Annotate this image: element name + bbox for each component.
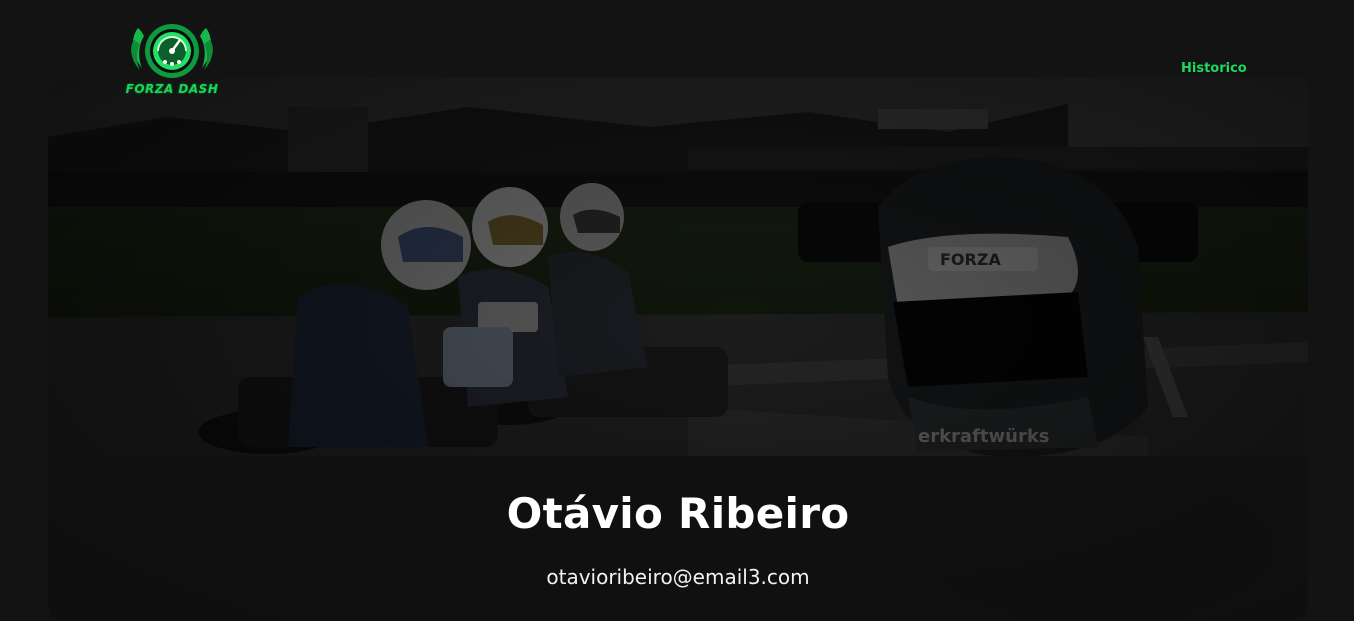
profile-info-panel [48,456,1308,620]
nav-historico-link[interactable]: Historico [1181,61,1247,76]
user-email: otavioribeiro@email3.com [546,565,810,589]
profile-page: FORZA DASH Historico Otávio Ribeiro otav… [0,0,1354,621]
profile-card: FORZA erkraftwürks Otávio Ribeiro otavio… [48,77,1308,620]
forza-dash-logo[interactable]: FORZA DASH [124,18,220,102]
user-name: Otávio Ribeiro [506,489,850,538]
speedometer-emblem-icon [131,24,213,78]
logo-text: FORZA DASH [125,82,219,96]
